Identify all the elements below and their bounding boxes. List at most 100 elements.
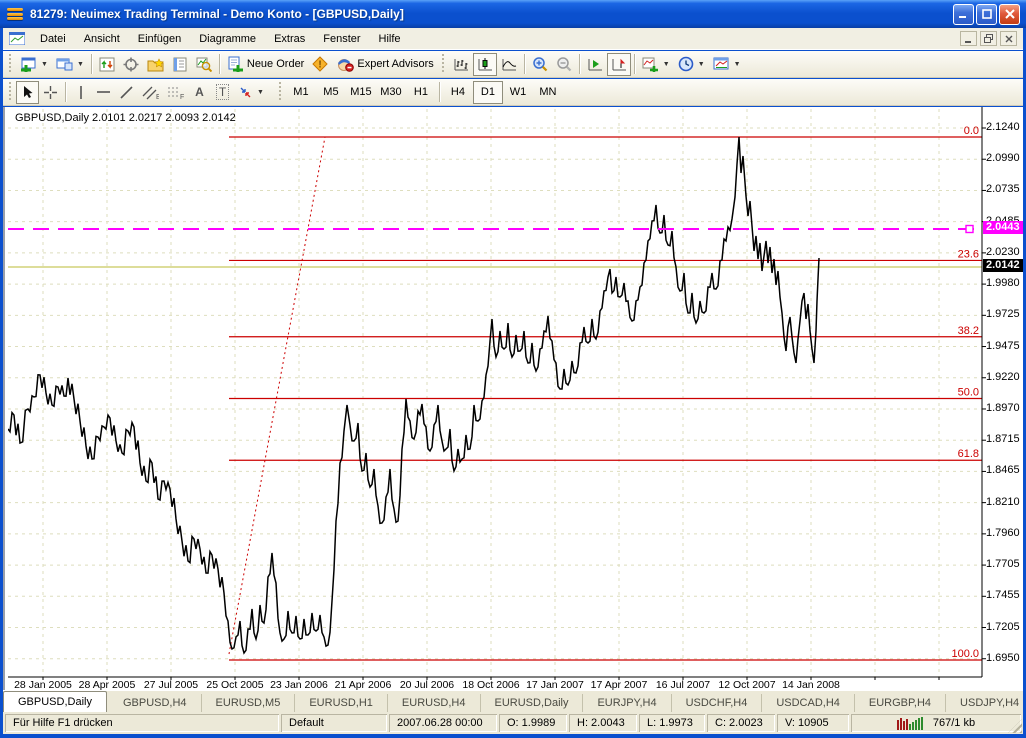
window-title: 81279: Neuimex Trading Terminal - Demo K… xyxy=(30,7,404,21)
x-tick-label: 12 Oct 2007 xyxy=(712,679,782,690)
date-axis[interactable]: 28 Jan 200528 Apr 200527 Jul 200525 Oct … xyxy=(8,678,986,690)
period-mn-button[interactable]: MN xyxy=(533,81,563,104)
dropdown-arrow-icon: ▼ xyxy=(698,61,705,68)
crosshair-tool-button[interactable] xyxy=(39,81,62,104)
toolbar-separator xyxy=(219,54,220,74)
title-bar[interactable]: 81279: Neuimex Trading Terminal - Demo K… xyxy=(0,0,1026,28)
period-m5-button[interactable]: M5 xyxy=(316,81,346,104)
text-label-tool-button[interactable]: T xyxy=(211,81,234,104)
period-m15-button[interactable]: M15 xyxy=(346,81,376,104)
status-traffic: 767/1 kb xyxy=(933,717,975,729)
toolbar-separator xyxy=(439,82,440,102)
hline-price-label[interactable]: 2.0443 xyxy=(983,221,1023,234)
chart-area[interactable]: GBPUSD,Daily 2.0101 2.0217 2.0093 2.0142… xyxy=(3,107,1023,690)
period-h4-button[interactable]: H4 xyxy=(443,81,473,104)
bar-chart-button[interactable] xyxy=(449,53,473,76)
text-tool-button[interactable]: A xyxy=(188,81,211,104)
tab-usdcad-h4[interactable]: USDCAD,H4 xyxy=(761,694,854,712)
status-profile[interactable]: Default xyxy=(281,714,387,732)
line-chart-button[interactable] xyxy=(497,53,521,76)
y-tick-label: 1.7455 xyxy=(986,589,1020,601)
period-d1-button[interactable]: D1 xyxy=(473,81,503,104)
new-chart-button[interactable]: ▼ xyxy=(16,53,52,76)
fib-anchor-line[interactable] xyxy=(229,137,325,654)
trendline-tool-button[interactable] xyxy=(115,81,138,104)
auto-scroll-button[interactable] xyxy=(583,53,607,76)
maximize-button[interactable] xyxy=(976,4,997,25)
templates-button[interactable]: ▼ xyxy=(709,53,745,76)
horizontal-line-tool-button[interactable] xyxy=(92,81,115,104)
expert-advisors-button[interactable]: Expert Advisors xyxy=(332,53,437,76)
bid-price-label: 2.0142 xyxy=(983,259,1023,272)
candlestick-chart-button[interactable] xyxy=(473,53,497,76)
mdi-restore-button[interactable] xyxy=(980,31,997,46)
zoom-out-button[interactable] xyxy=(552,53,576,76)
tab-eurusd-daily[interactable]: EURUSD,Daily xyxy=(480,694,583,712)
tab-eurjpy-h4[interactable]: EURJPY,H4 xyxy=(582,694,670,712)
period-h1-button[interactable]: H1 xyxy=(406,81,436,104)
toolbar-grip[interactable] xyxy=(278,82,283,102)
market-watch-button[interactable] xyxy=(95,53,119,76)
arrows-tool-button[interactable]: ▼ xyxy=(234,81,268,104)
cursor-tool-button[interactable] xyxy=(16,81,39,104)
toolbar-separator xyxy=(634,54,635,74)
status-hint: Für Hilfe F1 drücken xyxy=(5,714,279,732)
hline-handle[interactable] xyxy=(966,226,973,233)
terminal-button[interactable] xyxy=(168,53,192,76)
periods-button[interactable]: ▼ xyxy=(674,53,709,76)
y-tick-label: 1.7205 xyxy=(986,621,1020,633)
toolbar-grip[interactable] xyxy=(8,54,13,74)
vertical-line-tool-button[interactable] xyxy=(69,81,92,104)
new-order-button[interactable]: Neue Order xyxy=(223,53,308,76)
close-button[interactable] xyxy=(999,4,1020,25)
y-tick-label: 1.9475 xyxy=(986,340,1020,352)
toolbar-grip[interactable] xyxy=(8,82,13,102)
y-tick-label: 1.8715 xyxy=(986,433,1020,445)
tab-eurusd-m5[interactable]: EURUSD,M5 xyxy=(201,694,295,712)
status-low: L: 1.9973 xyxy=(639,714,705,732)
menu-datei[interactable]: Datei xyxy=(31,30,75,48)
tab-gbpusd-h4[interactable]: GBPUSD,H4 xyxy=(109,694,201,712)
data-window-button[interactable] xyxy=(119,53,143,76)
fib-label: 38.2 xyxy=(958,325,979,337)
chart-shift-button[interactable] xyxy=(607,53,631,76)
tab-eurusd-h4[interactable]: EURUSD,H4 xyxy=(387,694,480,712)
price-chart[interactable]: 0.023.638.250.061.8100.0 xyxy=(8,107,990,690)
period-m30-button[interactable]: M30 xyxy=(376,81,406,104)
svg-text:F: F xyxy=(180,94,184,100)
zoom-in-button[interactable] xyxy=(528,53,552,76)
menu-extras[interactable]: Extras xyxy=(265,30,314,48)
dropdown-arrow-icon: ▼ xyxy=(734,61,741,68)
navigator-button[interactable] xyxy=(143,53,168,76)
mdi-minimize-button[interactable] xyxy=(960,31,977,46)
strategy-tester-button[interactable] xyxy=(192,53,216,76)
indicators-button[interactable]: ▼ xyxy=(638,53,674,76)
menu-diagramme[interactable]: Diagramme xyxy=(190,30,265,48)
menu-ansicht[interactable]: Ansicht xyxy=(75,30,129,48)
tab-eurusd-h1[interactable]: EURUSD,H1 xyxy=(294,694,387,712)
connection-signal-icon xyxy=(897,716,923,730)
equidistant-channel-tool-button[interactable]: E xyxy=(138,81,163,104)
status-high: H: 2.0043 xyxy=(569,714,637,732)
metaeditor-button[interactable]: ! xyxy=(308,53,332,76)
fib-label: 0.0 xyxy=(964,125,979,137)
profiles-button[interactable]: ▼ xyxy=(52,53,88,76)
tab-usdjpy-h4[interactable]: USDJPY,H4 xyxy=(945,694,1026,712)
dropdown-arrow-icon: ▼ xyxy=(663,61,670,68)
fibonacci-tool-button[interactable]: F xyxy=(163,81,188,104)
price-axis[interactable]: 2.12402.09902.07352.04852.02301.99801.97… xyxy=(986,107,1023,677)
menu-einfuegen[interactable]: Einfügen xyxy=(129,30,190,48)
tab-eurgbp-h4[interactable]: EURGBP,H4 xyxy=(854,694,945,712)
fib-label: 61.8 xyxy=(958,448,979,460)
tab-gbpusd-daily[interactable]: GBPUSD,Daily xyxy=(3,691,107,712)
tab-usdchf-h4[interactable]: USDCHF,H4 xyxy=(671,694,762,712)
period-w1-button[interactable]: W1 xyxy=(503,81,533,104)
toolbar-grip[interactable] xyxy=(441,54,446,74)
menu-hilfe[interactable]: Hilfe xyxy=(370,30,410,48)
minimize-button[interactable] xyxy=(953,4,974,25)
new-order-label: Neue Order xyxy=(247,58,304,70)
menu-fenster[interactable]: Fenster xyxy=(314,30,369,48)
mdi-close-button[interactable] xyxy=(1000,31,1017,46)
x-tick-label: 17 Jan 2007 xyxy=(520,679,590,690)
period-m1-button[interactable]: M1 xyxy=(286,81,316,104)
